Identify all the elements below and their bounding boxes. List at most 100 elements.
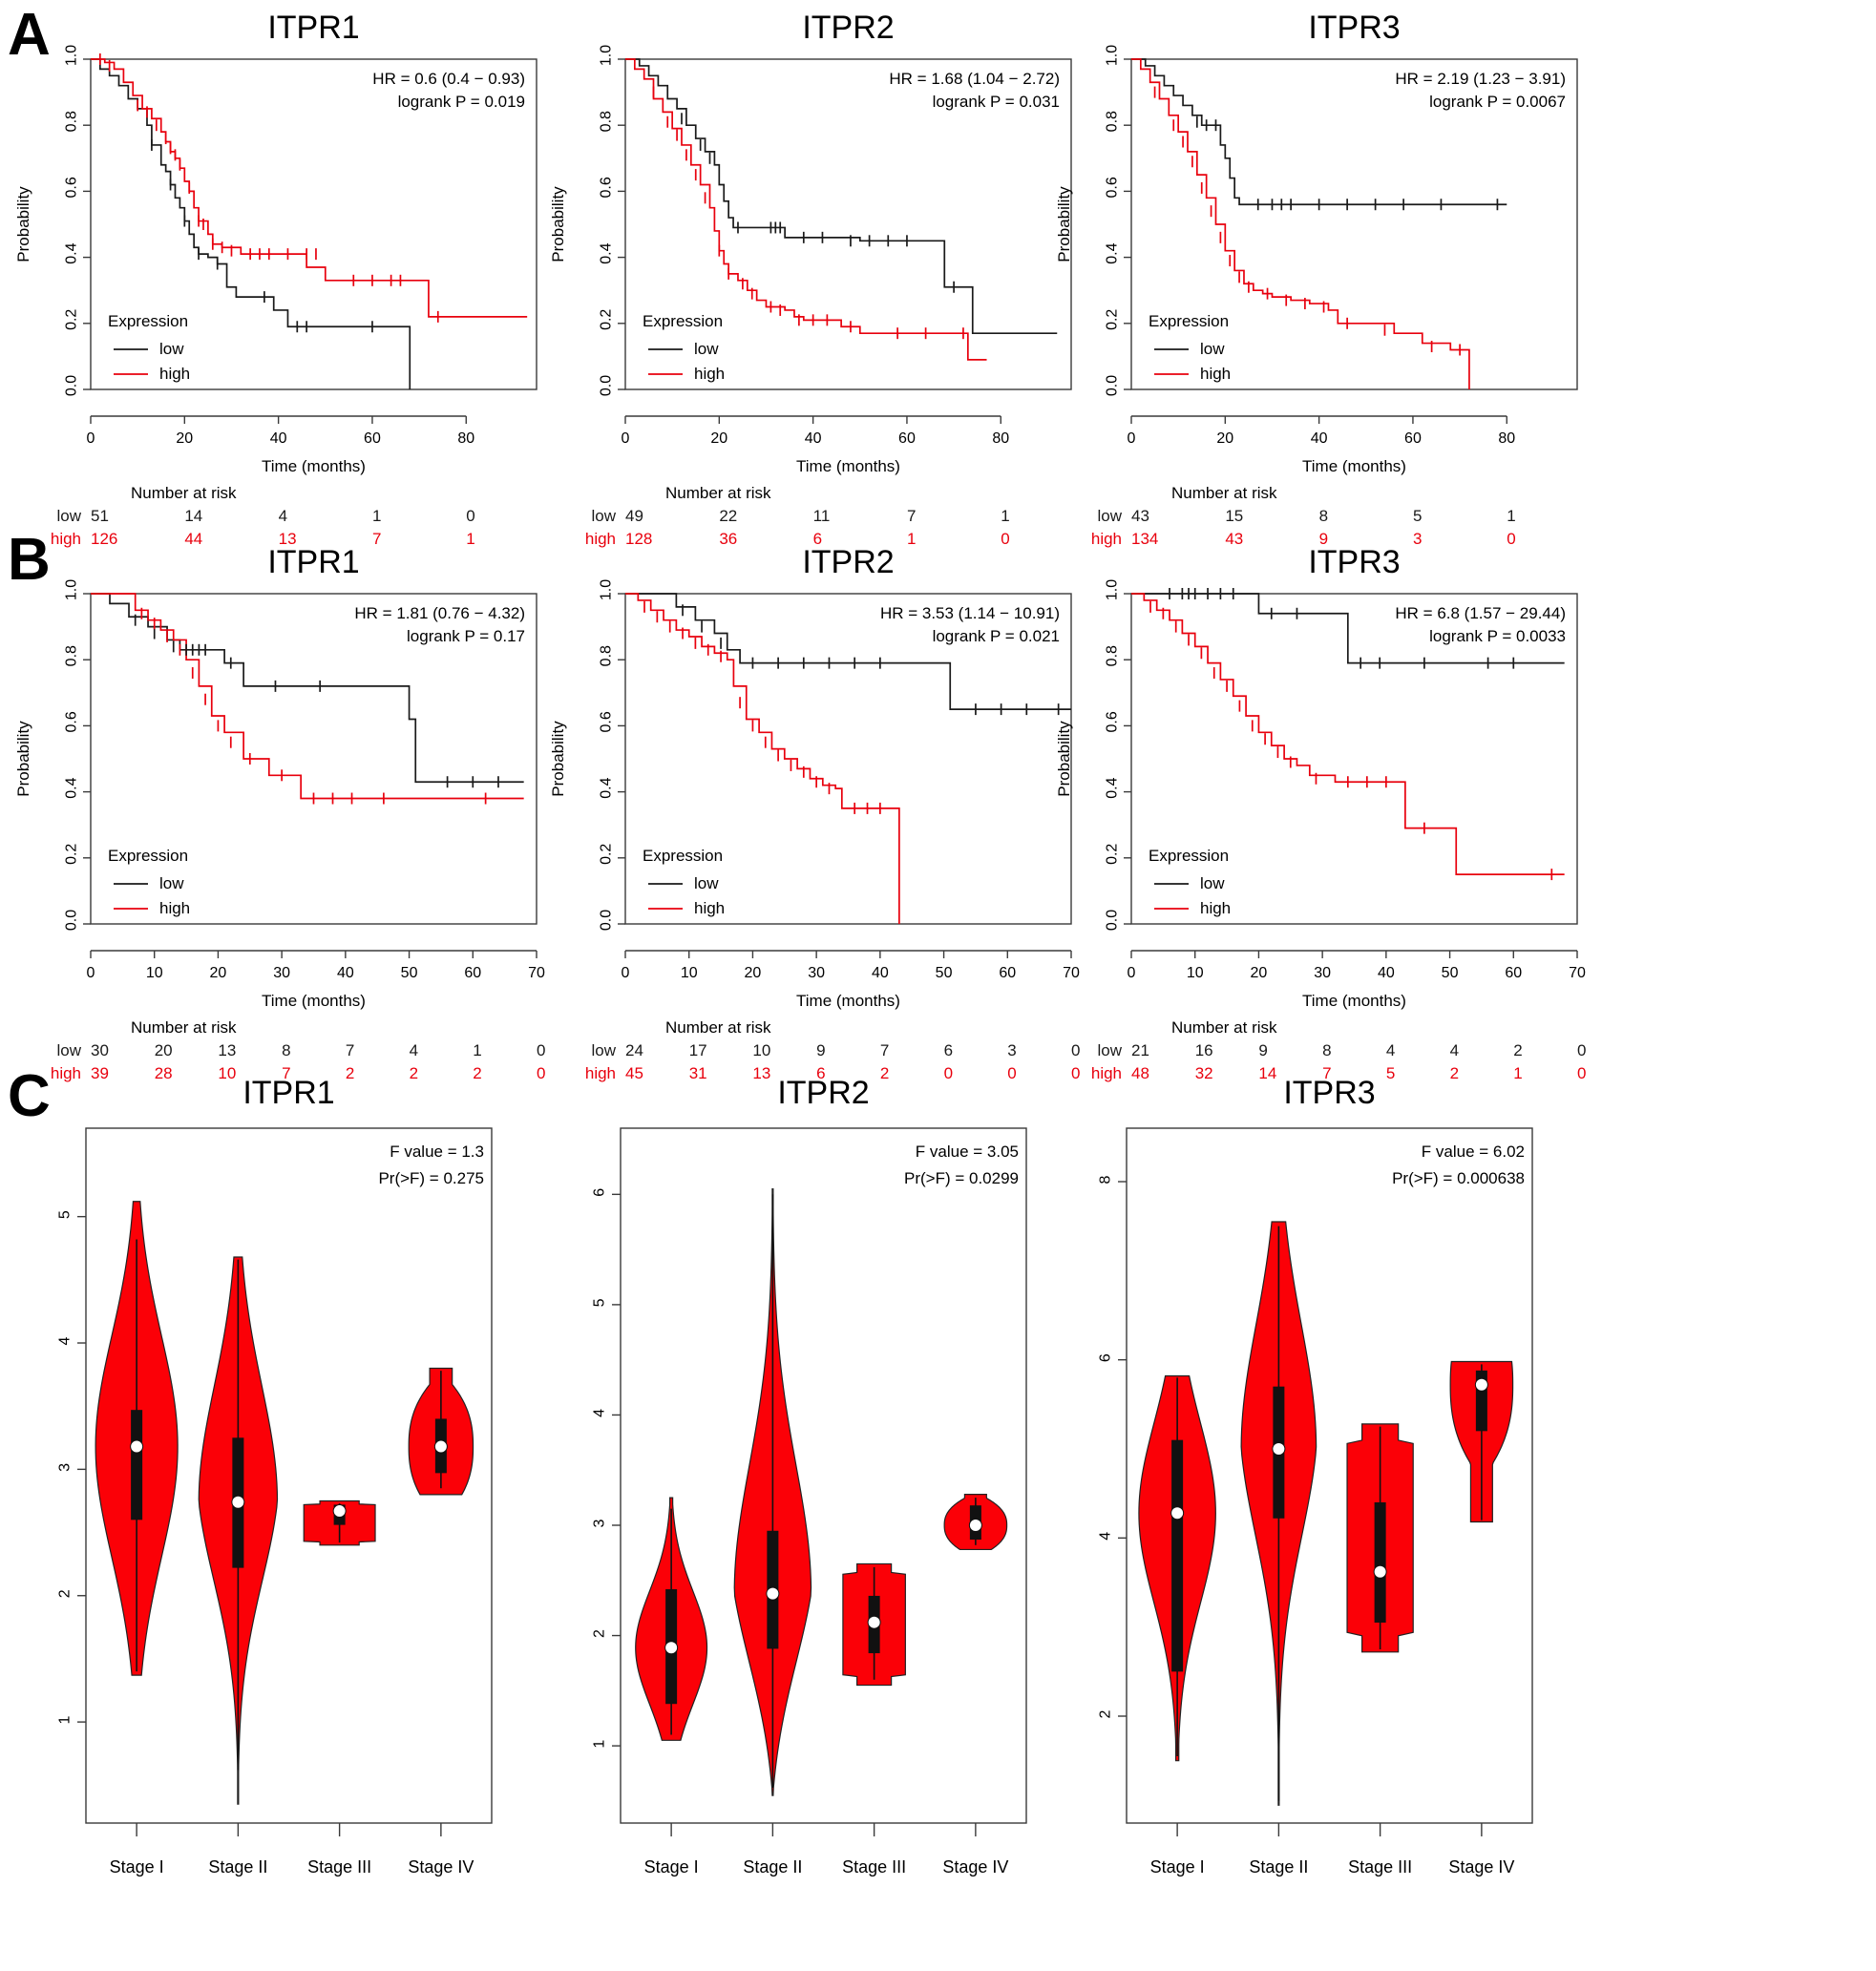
category-label: Stage III <box>307 1857 371 1877</box>
legend-label-low: low <box>159 340 184 358</box>
category-label: Stage IV <box>408 1857 474 1877</box>
legend-label-low: low <box>694 874 719 892</box>
km-chart-b-3: ITPR3 0.0 0.2 0.4 0.6 0.8 1.0 Probability 0 10 20 3… <box>1041 535 1613 1082</box>
violin-median-dot <box>1373 1564 1387 1579</box>
legend-label-high: high <box>1200 899 1231 917</box>
legend-title: Expression <box>1149 847 1229 865</box>
x-tick-label: 60 <box>1404 430 1422 447</box>
x-axis-label: Time (months) <box>262 457 366 475</box>
y-tick-label: 0.0 <box>1105 910 1121 931</box>
logrank-annotation: logrank P = 0.17 <box>407 627 525 645</box>
x-tick-label: 0 <box>87 430 95 447</box>
risk-value-low: 7 <box>907 507 916 525</box>
pvalue-annotation: Pr(>F) = 0.0299 <box>904 1169 1019 1187</box>
y-tick-label: 4 <box>1098 1532 1114 1541</box>
x-tick-label: 0 <box>1128 430 1136 447</box>
x-tick-label: 40 <box>805 430 822 447</box>
y-tick-label: 0.2 <box>1105 844 1121 865</box>
pvalue-annotation: Pr(>F) = 0.275 <box>378 1169 484 1187</box>
x-axis-label: Time (months) <box>796 992 900 1010</box>
km-chart-b-2: ITPR2 0.0 0.2 0.4 0.6 0.8 1.0 Probability 0 10 20 3… <box>535 535 1107 1082</box>
legend-label-low: low <box>1200 340 1225 358</box>
y-tick-label: 0.2 <box>599 309 615 330</box>
y-tick-label: 0.4 <box>599 242 615 263</box>
y-tick-label: 0.6 <box>1105 177 1121 198</box>
curve-high <box>1131 58 1470 389</box>
legend-label-low: low <box>1200 874 1225 892</box>
pvalue-annotation: Pr(>F) = 0.000638 <box>1392 1169 1525 1187</box>
x-axis-label: Time (months) <box>796 457 900 475</box>
violin-median-dot <box>664 1641 679 1655</box>
y-tick-label: 1.0 <box>1105 579 1121 600</box>
x-tick-label: 20 <box>745 965 762 981</box>
y-tick-label: 0.4 <box>1105 242 1121 263</box>
risk-table-title: Number at risk <box>665 1018 771 1037</box>
chart-title: ITPR1 <box>242 1075 334 1111</box>
logrank-annotation: logrank P = 0.0067 <box>1429 93 1566 111</box>
x-tick-label: 0 <box>87 965 95 981</box>
y-tick-label: 0.2 <box>1105 309 1121 330</box>
risk-row-label-low: low <box>56 1041 81 1059</box>
hr-annotation: HR = 6.8 (1.57 − 29.44) <box>1395 604 1566 622</box>
violin-median-dot <box>1170 1506 1185 1520</box>
category-label: Stage III <box>842 1857 906 1877</box>
x-tick-label: 70 <box>1569 965 1586 981</box>
category-label: Stage I <box>110 1857 164 1877</box>
violin-iqr-box <box>1171 1439 1184 1672</box>
x-axis-label: Time (months) <box>262 992 366 1010</box>
y-tick-label: 0.6 <box>599 177 615 198</box>
risk-table-title: Number at risk <box>131 1018 237 1037</box>
y-tick-label: 0.4 <box>1105 777 1121 798</box>
y-tick-label: 0.4 <box>599 777 615 798</box>
x-tick-label: 20 <box>710 430 727 447</box>
risk-value-low: 9 <box>1258 1041 1267 1059</box>
y-tick-label: 0.6 <box>64 177 80 198</box>
risk-value-low: 0 <box>1577 1041 1586 1059</box>
risk-value-low: 6 <box>944 1041 953 1059</box>
y-tick-label: 5 <box>57 1210 74 1219</box>
risk-value-low: 0 <box>466 507 474 525</box>
x-tick-label: 0 <box>622 965 630 981</box>
violin-median-dot <box>867 1615 881 1629</box>
x-tick-label: 60 <box>364 430 381 447</box>
km-chart-a-2: ITPR2 0.0 0.2 0.4 0.6 0.8 1.0 Probability 0 20 40 6… <box>535 0 1107 548</box>
risk-value-low: 17 <box>689 1041 707 1059</box>
y-tick-label: 0.6 <box>1105 711 1121 732</box>
chart-title: ITPR1 <box>267 10 359 46</box>
y-tick-label: 2 <box>1098 1709 1114 1718</box>
logrank-annotation: logrank P = 0.019 <box>398 93 525 111</box>
x-tick-label: 40 <box>872 965 889 981</box>
chart-title: ITPR3 <box>1308 10 1400 46</box>
category-label: Stage II <box>208 1857 267 1877</box>
risk-value-low: 10 <box>752 1041 770 1059</box>
x-tick-label: 20 <box>176 430 193 447</box>
legend-label-high: high <box>159 899 190 917</box>
x-tick-label: 80 <box>457 430 474 447</box>
x-tick-label: 60 <box>464 965 481 981</box>
fvalue-annotation: F value = 1.3 <box>390 1143 484 1161</box>
risk-value-low: 13 <box>218 1041 236 1059</box>
risk-value-low: 51 <box>91 507 109 525</box>
y-tick-label: 0.0 <box>599 375 615 396</box>
risk-value-low: 30 <box>91 1041 109 1059</box>
y-tick-label: 6 <box>1098 1353 1114 1362</box>
legend-label-low: low <box>159 874 184 892</box>
hr-annotation: HR = 1.81 (0.76 − 4.32) <box>354 604 525 622</box>
y-tick-label: 6 <box>592 1188 608 1197</box>
y-tick-label: 0.6 <box>599 711 615 732</box>
violin-iqr-box <box>131 1410 143 1520</box>
fvalue-annotation: F value = 6.02 <box>1422 1143 1525 1161</box>
y-axis-label: Probability <box>549 186 567 262</box>
violin-median-dot <box>231 1495 245 1509</box>
x-tick-label: 40 <box>1311 430 1328 447</box>
violin-chart-3: ITPR3 2 4 6 8 F value = 6.02 Pr(>F) = 0.000638… <box>1041 1069 1623 1971</box>
violin-median-dot <box>332 1504 347 1519</box>
violin-median-dot <box>766 1586 780 1601</box>
legend-title: Expression <box>1149 312 1229 330</box>
y-tick-label: 4 <box>57 1336 74 1345</box>
x-tick-label: 50 <box>1442 965 1459 981</box>
x-tick-label: 20 <box>210 965 227 981</box>
x-tick-label: 40 <box>1378 965 1395 981</box>
x-tick-label: 50 <box>936 965 953 981</box>
y-tick-label: 1 <box>57 1716 74 1725</box>
